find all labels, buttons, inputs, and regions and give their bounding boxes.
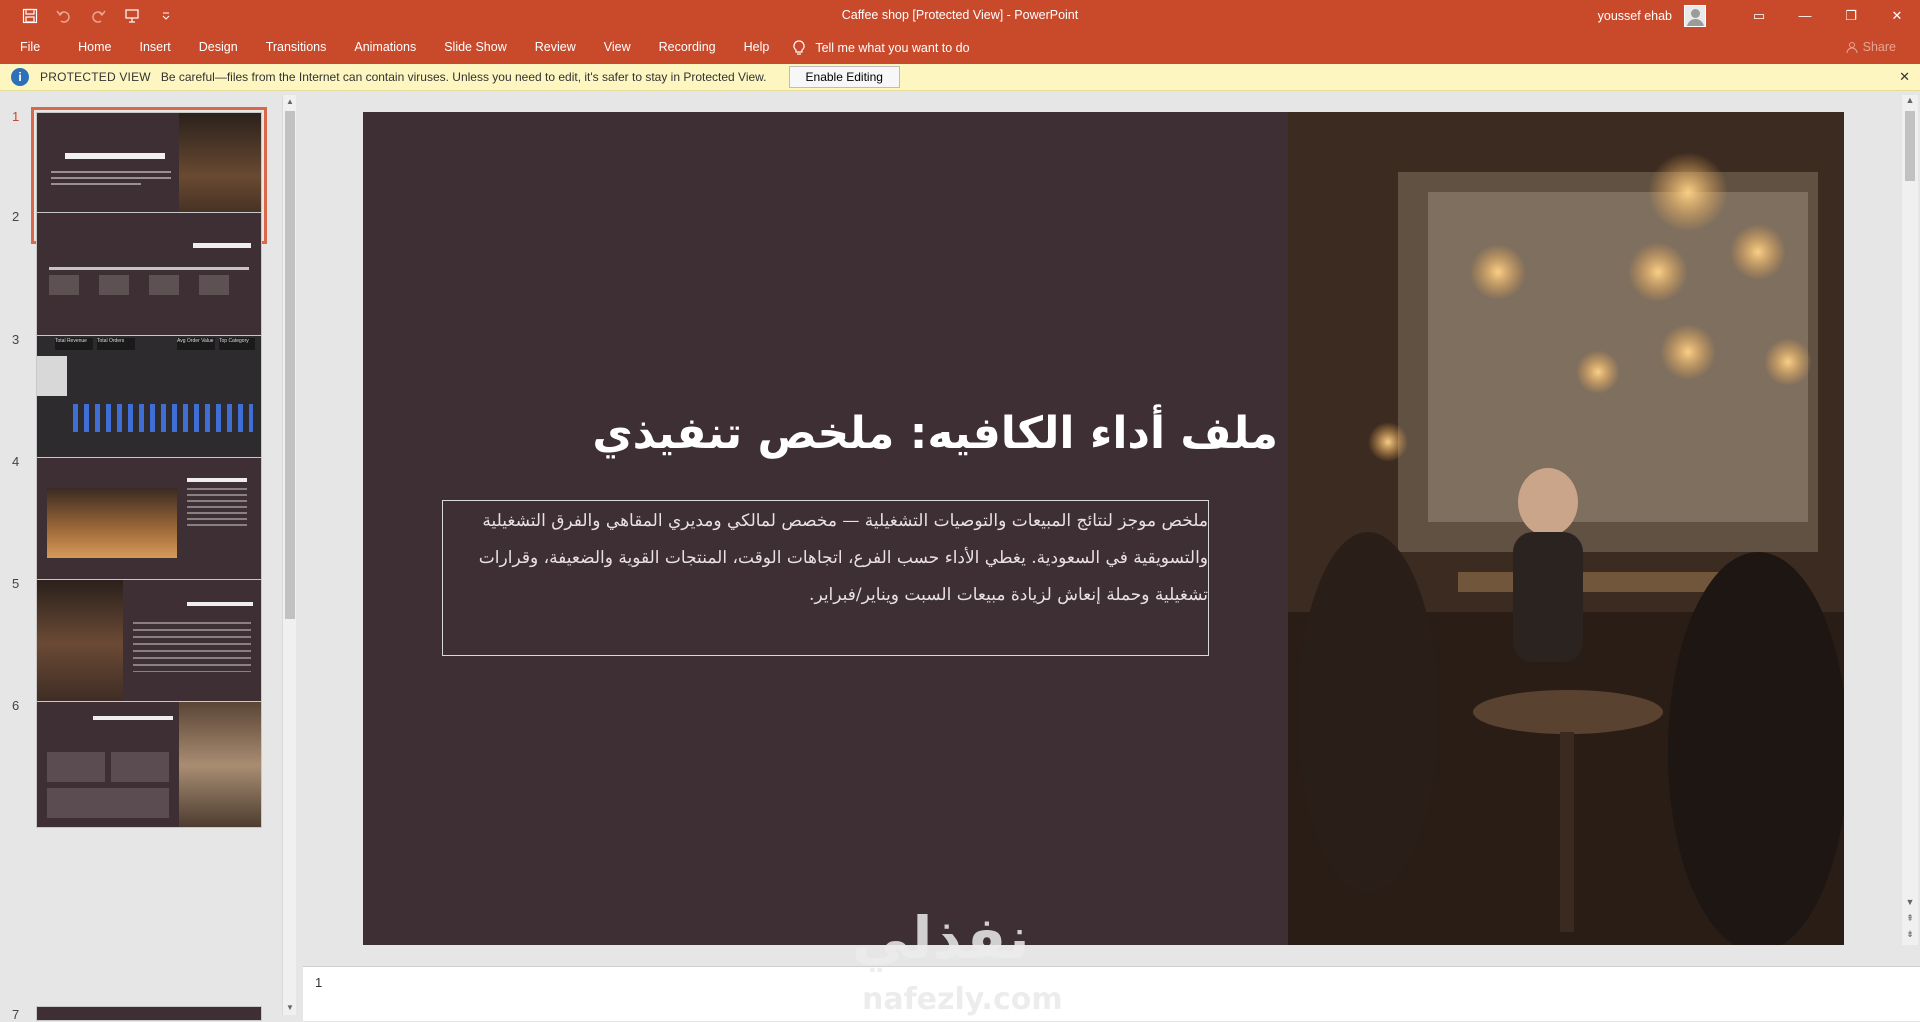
slide-thumbnail-6[interactable] xyxy=(36,701,262,828)
thumb-photo xyxy=(179,702,261,827)
restore-button[interactable]: ❐ xyxy=(1828,0,1874,31)
tab-recording[interactable]: Recording xyxy=(645,31,730,64)
thumb-number-1: 1 xyxy=(12,109,20,124)
protected-view-close-icon[interactable]: ✕ xyxy=(1899,69,1910,85)
scroll-up-arrow-icon[interactable]: ▲ xyxy=(1902,95,1918,105)
tab-insert[interactable]: Insert xyxy=(126,31,185,64)
thumb-number-6: 6 xyxy=(12,698,20,713)
tab-review[interactable]: Review xyxy=(521,31,590,64)
scroll-down-arrow-icon[interactable]: ▼ xyxy=(1902,897,1918,907)
thumb3-bars xyxy=(73,404,253,432)
user-name[interactable]: youssef ehab xyxy=(1598,9,1672,23)
quick-access-toolbar xyxy=(0,6,176,26)
customize-qat-icon[interactable] xyxy=(156,6,176,26)
thumb3-kpi-orders: Total Orders xyxy=(97,338,135,350)
slide-thumbnail-pane: 1 2 3 Total Revenue Total Orders Avg Ord… xyxy=(0,91,298,1022)
slide-scrollbar[interactable]: ▲ ▼ ⇞ ⇟ xyxy=(1902,95,1918,945)
notes-area[interactable]: 1 xyxy=(303,966,1920,1021)
thumbnail-scrollbar[interactable]: ▲ ▼ xyxy=(282,95,296,1015)
cafe-photo xyxy=(1288,112,1844,945)
slide-thumbnail-7[interactable] xyxy=(36,1006,262,1021)
redo-icon[interactable] xyxy=(88,6,108,26)
tab-file[interactable]: File xyxy=(0,31,64,64)
close-button[interactable]: ✕ xyxy=(1874,0,1920,31)
tab-transitions[interactable]: Transitions xyxy=(252,31,341,64)
tab-design[interactable]: Design xyxy=(185,31,252,64)
thumb3-kpi-category: Top Category xyxy=(219,338,255,350)
slide-thumbnail-3[interactable]: Total Revenue Total Orders Avg Order Val… xyxy=(36,335,262,462)
tell-me-box[interactable]: Tell me what you want to do xyxy=(793,39,970,56)
cafe-photo-art xyxy=(1288,112,1844,945)
scrollbar-thumb[interactable] xyxy=(1905,111,1915,181)
next-slide-icon[interactable]: ⇟ xyxy=(1902,929,1918,940)
previous-slide-icon[interactable]: ⇞ xyxy=(1902,913,1918,924)
thumb-number-3: 3 xyxy=(12,332,20,347)
protected-view-bar: i PROTECTED VIEW Be careful—files from t… xyxy=(0,64,1920,91)
thumb-photo xyxy=(47,488,177,558)
avatar[interactable] xyxy=(1684,4,1706,27)
slide-title[interactable]: ملف أداء الكافيه: ملخص تنفيذي xyxy=(418,408,1278,459)
thumb-number-4: 4 xyxy=(12,454,20,469)
protected-view-title: PROTECTED VIEW xyxy=(40,70,151,84)
current-slide[interactable]: ملف أداء الكافيه: ملخص تنفيذي ملخص موجز … xyxy=(363,112,1844,945)
slide-body-text[interactable]: ملخص موجز لنتائج المبيعات والتوصيات التش… xyxy=(442,500,1209,656)
protected-view-message: Be careful—files from the Internet can c… xyxy=(160,70,767,84)
slide-thumbnail-4[interactable] xyxy=(36,457,262,584)
thumb-title-bar xyxy=(65,153,165,159)
slide-thumbnail-2[interactable] xyxy=(36,212,262,339)
thumb-number-2: 2 xyxy=(12,209,20,224)
start-slideshow-icon[interactable] xyxy=(122,6,142,26)
ribbon-display-options-button[interactable]: ▭ xyxy=(1736,0,1782,31)
tab-animations[interactable]: Animations xyxy=(340,31,430,64)
thumb3-kpi-revenue: Total Revenue xyxy=(55,338,93,350)
thumb-number-7: 7 xyxy=(12,1007,20,1022)
tab-home[interactable]: Home xyxy=(64,31,125,64)
thumb-number-5: 5 xyxy=(12,576,20,591)
undo-icon[interactable] xyxy=(54,6,74,26)
tab-slide-show[interactable]: Slide Show xyxy=(430,31,521,64)
slide-thumbnail-5[interactable] xyxy=(36,579,262,706)
person-icon xyxy=(1846,42,1858,53)
lightbulb-icon xyxy=(793,39,805,55)
thumb3-kpi-aov: Avg Order Value xyxy=(177,338,215,350)
tell-me-text: Tell me what you want to do xyxy=(815,40,970,55)
page-number: 1 xyxy=(315,975,323,990)
share-label: Share xyxy=(1862,40,1896,54)
save-icon[interactable] xyxy=(20,6,40,26)
shield-info-icon: i xyxy=(11,68,29,86)
tab-view[interactable]: View xyxy=(590,31,645,64)
tab-help[interactable]: Help xyxy=(730,31,784,64)
enable-editing-button[interactable]: Enable Editing xyxy=(788,66,900,88)
scroll-up-arrow-icon[interactable]: ▲ xyxy=(283,95,297,109)
scroll-down-arrow-icon[interactable]: ▼ xyxy=(283,1001,297,1015)
share-button[interactable]: Share xyxy=(1846,40,1896,54)
scrollbar-thumb[interactable] xyxy=(285,111,295,619)
ribbon-tabs: File Home Insert Design Transitions Anim… xyxy=(0,31,1920,64)
minimize-button[interactable]: — xyxy=(1782,0,1828,31)
thumb-photo xyxy=(37,580,123,705)
title-bar: Caffee shop [Protected View] - PowerPoin… xyxy=(0,0,1920,31)
